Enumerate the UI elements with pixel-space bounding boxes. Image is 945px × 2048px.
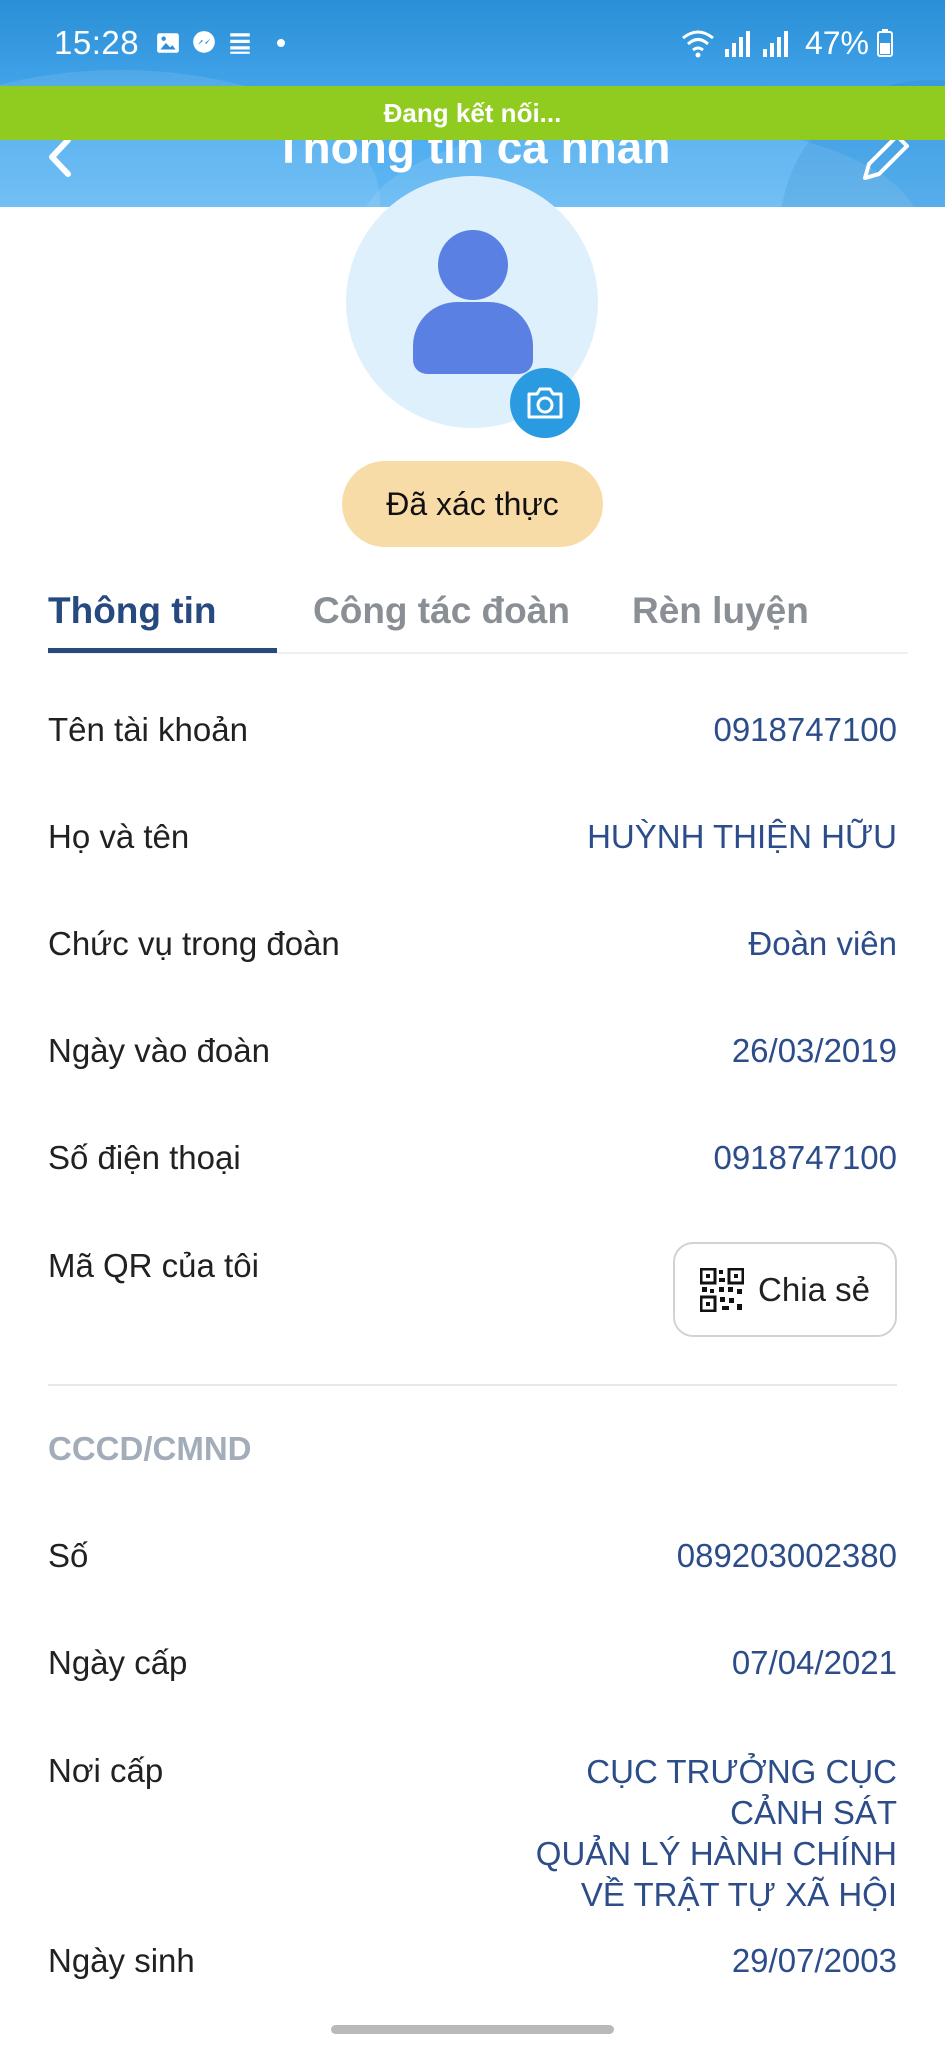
row-value: 0918747100: [713, 711, 897, 748]
wifi-icon: [682, 30, 714, 58]
row-label: Ngày cấp: [48, 1644, 188, 1681]
user-silhouette-icon: [413, 302, 533, 374]
row-label: Mã QR của tôi: [48, 1247, 259, 1284]
user-silhouette-icon: [438, 230, 508, 300]
row-value: 07/04/2021: [731, 1644, 897, 1681]
row-label: Nơi cấp: [48, 1752, 164, 1789]
connecting-banner: Đang kết nối...: [0, 86, 945, 140]
camera-icon: [527, 387, 563, 419]
row-value: 26/03/2019: [731, 1032, 897, 1069]
info-row-birth-date: Ngày sinh 29/07/2003: [48, 1941, 897, 1981]
signal-icon: [724, 31, 750, 57]
row-value: 089203002380: [676, 1537, 897, 1574]
home-indicator[interactable]: [331, 2025, 614, 2034]
row-value: CỤC TRƯỞNG CỤC CẢNH SÁT QUẢN LÝ HÀNH CHÍ…: [536, 1751, 897, 1915]
row-value: 29/07/2003: [731, 1942, 897, 1979]
tab-bar: Thông tin Công tác đoàn Rèn luyện: [48, 580, 908, 654]
info-row-username: Tên tài khoản 0918747100: [48, 710, 897, 750]
info-row-position: Chức vụ trong đoàn Đoàn viên: [48, 924, 897, 964]
row-value: Đoàn viên: [748, 925, 897, 962]
status-time: 15:28: [54, 24, 140, 61]
info-row-id-number: Số 089203002380: [48, 1536, 897, 1576]
issue-place-line: CỤC TRƯỞNG CỤC: [586, 1753, 897, 1790]
info-row-phone: Số điện thoại 0918747100: [48, 1138, 897, 1178]
row-label: Số: [48, 1537, 89, 1574]
list-icon: [230, 33, 250, 54]
row-label: Chức vụ trong đoàn: [48, 925, 340, 962]
change-photo-button[interactable]: [510, 368, 580, 438]
row-label: Tên tài khoản: [48, 711, 248, 748]
info-row-join-date: Ngày vào đoàn 26/03/2019: [48, 1031, 897, 1071]
status-right: 47%: [681, 25, 893, 62]
row-value: HUỲNH THIỆN HỮU: [587, 818, 897, 855]
section-divider: [48, 1384, 897, 1386]
row-label: Số điện thoại: [48, 1139, 241, 1176]
row-label: Họ và tên: [48, 818, 190, 855]
gallery-icon: [157, 33, 179, 53]
row-value: 0918747100: [713, 1139, 897, 1176]
active-tab-indicator: [48, 648, 277, 653]
issue-place-line: QUẢN LÝ HÀNH CHÍNH: [535, 1835, 897, 1872]
battery-icon: [877, 29, 893, 57]
messenger-icon: [193, 31, 215, 53]
tab-info[interactable]: Thông tin: [48, 580, 217, 654]
issue-place-line: CẢNH SÁT: [730, 1794, 897, 1831]
info-row-issue-place: Nơi cấp CỤC TRƯỞNG CỤC CẢNH SÁT QUẢN LÝ …: [48, 1751, 897, 1915]
more-notifications-dot: [277, 39, 286, 47]
info-row-qr: Mã QR của tôi: [48, 1246, 648, 1286]
share-qr-button[interactable]: Chia sẻ: [673, 1242, 897, 1337]
profile-screen: 15:28 47% Thông tin cá nhân Đang kết nối…: [0, 0, 945, 2048]
notification-icons: [155, 30, 286, 56]
tab-training[interactable]: Rèn luyện: [632, 580, 809, 654]
share-label: Chia sẻ: [758, 1270, 870, 1308]
info-row-issue-date: Ngày cấp 07/04/2021: [48, 1643, 897, 1683]
row-label: Ngày vào đoàn: [48, 1032, 270, 1069]
section-title-id-card: CCCD/CMND: [48, 1430, 252, 1467]
battery-percent: 47%: [804, 24, 869, 61]
verified-badge: Đã xác thực: [342, 461, 603, 547]
info-row-fullname: Họ và tên HUỲNH THIỆN HỮU: [48, 817, 897, 857]
row-label: Ngày sinh: [48, 1942, 195, 1979]
avatar-container: [346, 176, 598, 438]
issue-place-line: VỀ TRẬT TỰ XÃ HỘI: [580, 1876, 897, 1913]
signal-icon: [762, 31, 788, 57]
tab-union-work[interactable]: Công tác đoàn: [313, 580, 570, 654]
qr-code-icon: [700, 1267, 745, 1312]
status-bar: 15:28 47%: [0, 0, 945, 86]
